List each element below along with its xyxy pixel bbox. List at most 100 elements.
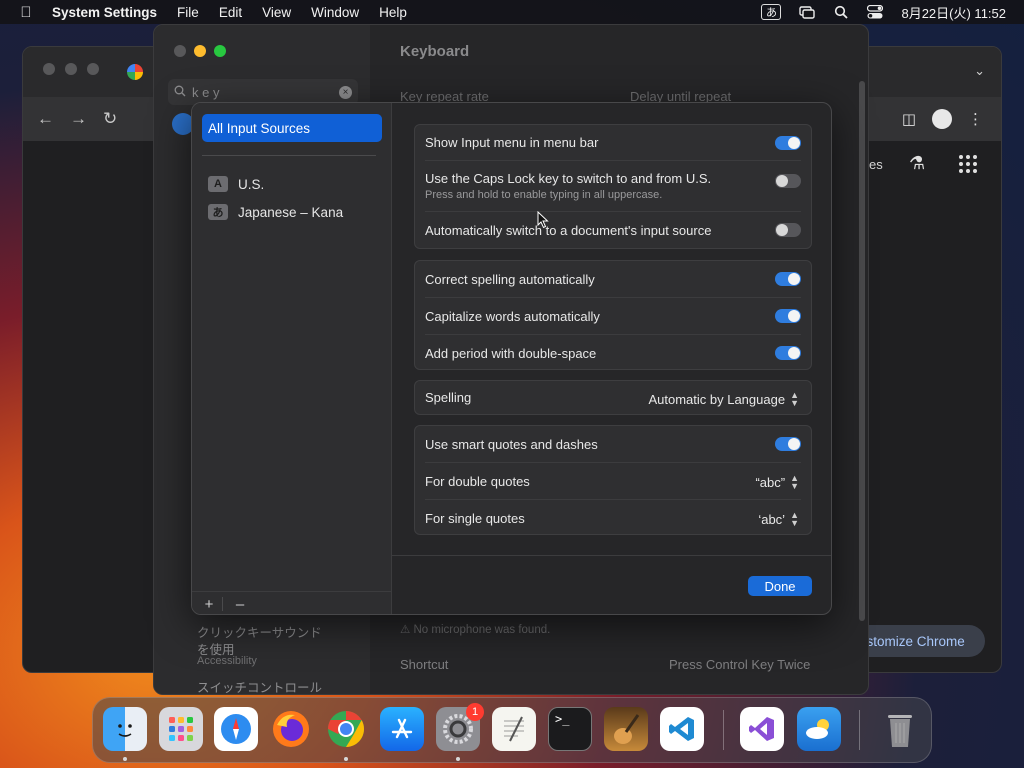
app-store-icon[interactable] [380, 707, 424, 751]
reload-icon[interactable]: ↻ [103, 109, 117, 129]
single-quotes-value: ‘abc’ [758, 511, 786, 527]
input-source-menu-icon[interactable]: あ [761, 4, 782, 20]
smart-quotes-row: Use smart quotes and dashes [415, 426, 811, 462]
google-apps-icon[interactable] [959, 155, 977, 173]
close-window-button[interactable] [174, 45, 186, 57]
launchpad-icon[interactable] [159, 707, 203, 751]
correct-spelling-row: Correct spelling automatically [415, 261, 811, 297]
menu-view[interactable]: View [252, 5, 301, 20]
safari-icon[interactable] [214, 707, 258, 751]
menu-file[interactable]: File [167, 5, 209, 20]
menu-edit[interactable]: Edit [209, 5, 252, 20]
double-space-period-toggle[interactable] [775, 346, 801, 360]
menu-bar-clock[interactable]: 8月22日(火) 11:52 [901, 3, 1006, 22]
kana-keyboard-icon: あ [208, 204, 228, 220]
smart-quotes-group: Use smart quotes and dashes For double q… [414, 425, 812, 535]
us-keyboard-icon: A [208, 176, 228, 192]
system-settings-icon[interactable]: 1 [436, 703, 484, 751]
no-microphone-warning: ⚠ No microphone was found. [400, 624, 551, 636]
chrome-menu-icon[interactable]: ⋮ [968, 110, 983, 128]
search-icon [174, 85, 186, 100]
double-quotes-label: For double quotes [425, 473, 530, 489]
settings-scrollbar[interactable] [859, 81, 865, 621]
google-logo-icon [127, 64, 143, 80]
show-input-menu-row: Show Input menu in menu bar [415, 125, 811, 160]
settings-notification-badge: 1 [466, 703, 484, 721]
input-source-japanese-kana[interactable]: あ Japanese – Kana [208, 204, 343, 220]
add-input-source-button[interactable]: + [200, 596, 218, 613]
spelling-language-value: Automatic by Language [648, 391, 786, 407]
list-footer: + – [192, 591, 392, 614]
forward-arrow-icon[interactable]: → [70, 109, 87, 129]
shortcut-label: Shortcut [400, 657, 449, 672]
text-correction-group: Correct spelling automatically Capitaliz… [414, 260, 812, 370]
menu-window[interactable]: Window [301, 5, 369, 20]
input-source-label: U.S. [238, 176, 265, 192]
ntp-partial-label: es [869, 157, 883, 172]
trash-icon[interactable] [878, 707, 922, 751]
smart-quotes-toggle[interactable] [775, 437, 801, 451]
double-space-period-label: Add period with double-space [425, 345, 597, 361]
mouse-cursor-icon [537, 211, 549, 229]
screen-mirroring-icon[interactable] [799, 5, 816, 19]
menu-app-name[interactable]: System Settings [52, 5, 167, 20]
chrome-icon[interactable] [324, 707, 368, 751]
show-input-menu-toggle[interactable] [775, 136, 801, 150]
dock: 1 >_ [92, 697, 932, 763]
sidebar-result-category: Accessibility [197, 655, 257, 667]
double-quotes-value: “abc” [755, 474, 786, 490]
control-center-icon[interactable] [867, 5, 884, 19]
capitalize-words-toggle[interactable] [775, 309, 801, 323]
page-title: Keyboard [400, 43, 470, 60]
side-panel-icon[interactable]: ◫ [902, 110, 916, 128]
capitalize-words-label: Capitalize words automatically [425, 308, 600, 324]
done-button[interactable]: Done [748, 576, 812, 596]
apple-menu-icon[interactable]:  [0, 4, 52, 21]
popup-chevron-icon: ▲ ▼ [790, 390, 799, 408]
double-space-period-row: Add period with double-space [415, 335, 811, 371]
auto-switch-source-toggle[interactable] [775, 223, 801, 237]
popup-chevron-icon: ▲ ▼ [790, 510, 799, 528]
chrome-traffic-lights [43, 63, 99, 75]
weather-icon[interactable] [797, 707, 841, 751]
shortcut-popup[interactable]: Press Control Key Twice [669, 657, 810, 672]
labs-flask-icon[interactable]: ⚗ [909, 153, 925, 174]
window-traffic-lights [174, 45, 226, 57]
list-divider [202, 155, 376, 156]
input-source-us[interactable]: A U.S. [208, 176, 264, 192]
all-input-sources-item[interactable]: All Input Sources [202, 114, 382, 142]
caps-lock-switch-toggle[interactable] [775, 174, 801, 188]
double-quotes-row: For double quotes “abc” ▲ ▼ [415, 463, 811, 499]
terminal-icon[interactable]: >_ [548, 707, 592, 751]
correct-spelling-toggle[interactable] [775, 272, 801, 286]
clear-search-icon[interactable]: × [339, 85, 352, 99]
search-input[interactable]: k e y [192, 85, 219, 100]
terminal-prompt-glyph: >_ [555, 712, 570, 726]
vscode-icon[interactable] [660, 707, 704, 751]
finder-icon[interactable] [103, 707, 147, 751]
zoom-window-button[interactable] [214, 45, 226, 57]
menu-help[interactable]: Help [369, 5, 417, 20]
caps-lock-switch-row: Use the Caps Lock key to switch to and f… [415, 161, 811, 210]
firefox-icon[interactable] [269, 707, 313, 751]
input-sources-list: All Input Sources A U.S. あ Japanese – Ka… [192, 103, 392, 614]
remove-input-source-button[interactable]: – [231, 596, 249, 613]
show-input-menu-label: Show Input menu in menu bar [425, 135, 599, 150]
spotlight-search-icon[interactable] [833, 5, 849, 19]
menu-bar:  System Settings File Edit View Window … [0, 0, 1024, 24]
tab-search-chevron-icon[interactable]: ⌄ [974, 63, 985, 79]
input-sources-sheet: All Input Sources A U.S. あ Japanese – Ka… [191, 102, 832, 615]
visual-studio-icon[interactable] [740, 707, 784, 751]
single-quotes-row: For single quotes ‘abc’ ▲ ▼ [415, 500, 811, 536]
spelling-language-popup[interactable]: Automatic by Language ▲ ▼ [648, 390, 799, 408]
textedit-icon[interactable] [492, 707, 536, 751]
back-arrow-icon[interactable]: ← [37, 109, 54, 129]
profile-avatar[interactable] [932, 109, 952, 129]
garageband-icon[interactable] [604, 707, 648, 751]
sidebar-result-jp-4[interactable]: スイッチコントロール [197, 677, 322, 694]
caps-lock-switch-description: Press and hold to enable typing in all u… [425, 188, 663, 201]
double-quotes-popup[interactable]: “abc” ▲ ▼ [755, 474, 799, 491]
minimize-window-button[interactable] [194, 45, 206, 57]
spelling-group: Spelling Automatic by Language ▲ ▼ [414, 380, 812, 415]
single-quotes-popup[interactable]: ‘abc’ ▲ ▼ [758, 510, 799, 528]
